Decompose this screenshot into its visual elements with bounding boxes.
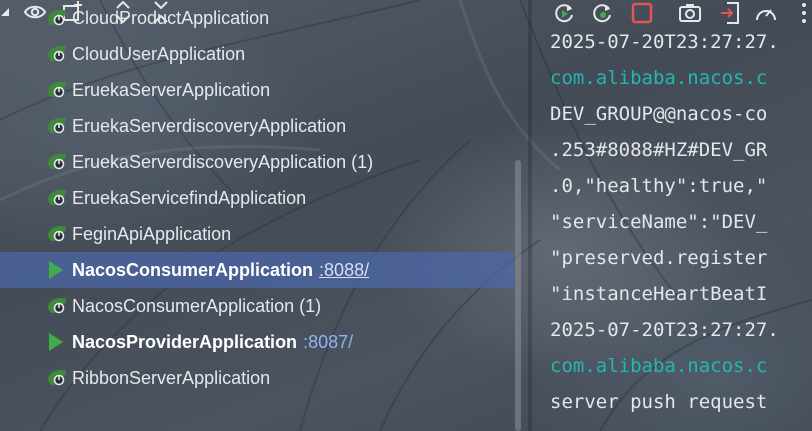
- rerun-failed-icon[interactable]: [588, 0, 616, 26]
- service-row[interactable]: CloudProductApplication: [0, 0, 514, 36]
- run-arrow-icon: [46, 260, 68, 280]
- spring-boot-leaf-icon: [46, 224, 68, 244]
- service-row[interactable]: NacosConsumerApplication:8088/: [0, 252, 514, 288]
- spring-boot-leaf-icon: [46, 152, 68, 172]
- service-row[interactable]: CloudUserApplication: [0, 36, 514, 72]
- service-row[interactable]: EruekaServerApplication: [0, 72, 514, 108]
- service-row[interactable]: EruekaServerdiscoveryApplication: [0, 108, 514, 144]
- port-link[interactable]: :8088/: [319, 260, 369, 280]
- service-row[interactable]: NacosConsumerApplication (1): [0, 288, 514, 324]
- log-logger-name: com.alibaba.nacos.c: [550, 355, 768, 377]
- service-label: CloudProductApplication: [72, 7, 270, 28]
- spring-boot-leaf-icon: [46, 80, 68, 100]
- service-label: NacosProviderApplication:8087/: [72, 331, 354, 352]
- service-row[interactable]: EruekaServerdiscoveryApplication (1): [0, 144, 514, 180]
- log-line: "preserved.register: [550, 247, 768, 269]
- service-label: CloudUserApplication: [72, 43, 246, 64]
- service-row[interactable]: EruekaServicefindApplication: [0, 180, 514, 216]
- service-row[interactable]: NacosProviderApplication:8087/: [0, 324, 514, 360]
- stop-icon[interactable]: [628, 0, 656, 26]
- spring-boot-leaf-icon: [46, 8, 68, 28]
- spring-boot-leaf-icon: [46, 296, 68, 316]
- console-toolbar: [532, 0, 812, 26]
- spring-boot-leaf-icon: [46, 44, 68, 64]
- service-label: NacosConsumerApplication (1): [72, 295, 322, 316]
- rerun-icon[interactable]: [550, 0, 578, 26]
- gauge-icon[interactable]: [752, 0, 780, 26]
- services-panel: CloudProductApplication CloudUserApplicat…: [0, 0, 528, 431]
- console-panel: 2025-07-20T23:27:27. com.alibaba.nacos.c D…: [532, 0, 812, 431]
- spring-boot-leaf-icon: [46, 188, 68, 208]
- service-label: RibbonServerApplication: [72, 367, 271, 388]
- tree-scrollbar[interactable]: [515, 160, 521, 431]
- port-link[interactable]: :8087/: [303, 332, 353, 352]
- service-row[interactable]: RibbonServerApplication: [0, 360, 514, 396]
- camera-icon[interactable]: [676, 0, 704, 26]
- more-icon[interactable]: [790, 0, 812, 26]
- spring-boot-leaf-icon: [46, 368, 68, 388]
- log-line: .253#8088#HZ#DEV_GR: [550, 139, 768, 161]
- exit-icon[interactable]: [716, 0, 744, 26]
- service-label: FeginApiApplication: [72, 223, 232, 244]
- service-label: EruekaServicefindApplication: [72, 187, 307, 208]
- service-row[interactable]: FeginApiApplication: [0, 216, 514, 252]
- log-line: .0,"healthy":true,": [550, 175, 768, 197]
- log-line: server push request: [550, 391, 768, 413]
- log-logger-name: com.alibaba.nacos.c: [550, 67, 768, 89]
- service-label: EruekaServerdiscoveryApplication: [72, 115, 347, 136]
- log-line: DEV_GROUP@@nacos-co: [550, 103, 768, 125]
- service-label: NacosConsumerApplication:8088/: [72, 259, 370, 280]
- log-line: 2025-07-20T23:27:27.: [550, 319, 779, 341]
- service-label: EruekaServerdiscoveryApplication (1): [72, 151, 374, 172]
- log-line: "instanceHeartBeatI: [550, 283, 768, 305]
- log-line: 2025-07-20T23:27:27.: [550, 31, 779, 53]
- run-arrow-icon: [46, 332, 68, 352]
- spring-boot-leaf-icon: [46, 116, 68, 136]
- service-label: EruekaServerApplication: [72, 79, 271, 100]
- log-line: "serviceName":"DEV_: [550, 211, 768, 233]
